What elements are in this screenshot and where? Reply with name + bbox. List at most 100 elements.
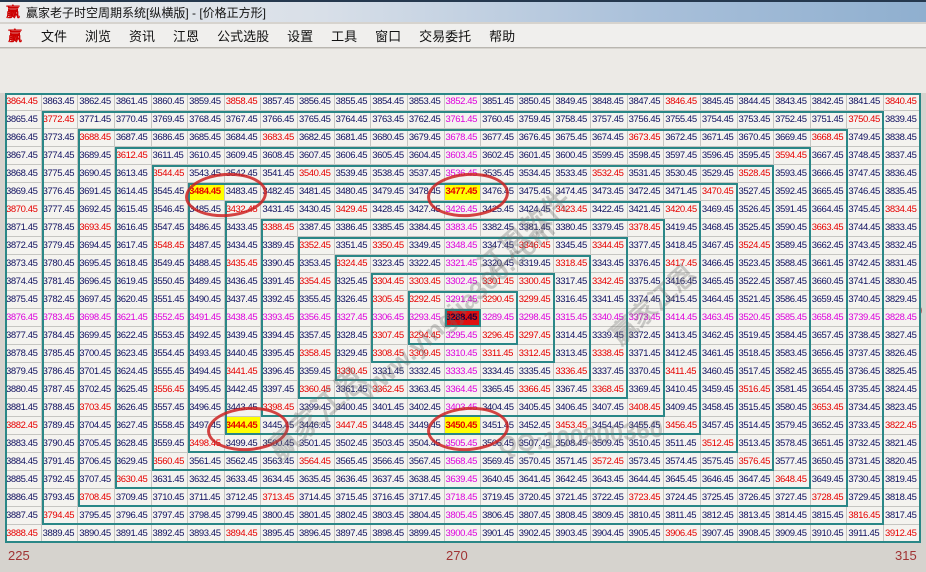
grid-cell: 3546.45 [152, 201, 189, 219]
grid-cell: 3313.45 [554, 345, 591, 363]
grid-cell: 3911.45 [847, 525, 884, 543]
grid-cell: 3869.45 [5, 183, 42, 201]
grid-cell: 3466.45 [701, 255, 738, 273]
grid-cell: 3747.45 [847, 165, 884, 183]
grid-cell: 3608.45 [261, 147, 298, 165]
grid-cell: 3351.45 [335, 237, 372, 255]
grid-cell: 3323.45 [371, 255, 408, 273]
grid-cell: 3373.45 [628, 309, 665, 327]
grid-cell: 3667.45 [811, 147, 848, 165]
grid-cell: 3343.45 [591, 255, 628, 273]
grid-cell: 3547.45 [152, 219, 189, 237]
grid-cell: 3876.45 [5, 309, 42, 327]
grid-cell: 3501.45 [298, 435, 335, 453]
grid-cell: 3482.45 [261, 183, 298, 201]
grid-cell: 3860.45 [152, 93, 189, 111]
grid-cell: 3507.45 [518, 435, 555, 453]
grid-cell: 3895.45 [261, 525, 298, 543]
grid-cell: 3567.45 [408, 453, 445, 471]
grid-cell: 3572.45 [591, 453, 628, 471]
grid-cell: 3898.45 [371, 525, 408, 543]
grid-cell: 3575.45 [701, 453, 738, 471]
grid-cell: 3423.45 [554, 201, 591, 219]
grid-cell: 3307.45 [371, 327, 408, 345]
grid-cell: 3615.45 [115, 201, 152, 219]
app-logo-icon: 赢 [6, 5, 20, 19]
menu-item-0[interactable]: 文件 [32, 23, 76, 48]
grid-cell: 3902.45 [518, 525, 555, 543]
grid-cell: 3862.45 [78, 93, 115, 111]
grid-cell: 3853.45 [408, 93, 445, 111]
grid-cell: 3357.45 [298, 327, 335, 345]
grid-cell: 3301.45 [481, 273, 518, 291]
grid-cell: 3727.45 [774, 489, 811, 507]
menu-item-4[interactable]: 公式选股 [208, 23, 278, 48]
grid-cell: 3404.45 [481, 399, 518, 417]
grid-cell: 3845.45 [701, 93, 738, 111]
grid-cell: 3298.45 [518, 309, 555, 327]
grid-cell: 3579.45 [774, 417, 811, 435]
grid-cell: 3590.45 [774, 219, 811, 237]
menu-item-8[interactable]: 交易委托 [410, 23, 480, 48]
grid-cell: 3798.45 [188, 507, 225, 525]
grid-cell: 3582.45 [774, 363, 811, 381]
grid-cell: 3540.45 [298, 165, 335, 183]
grid-cell: 3871.45 [5, 219, 42, 237]
grid-cell: 3328.45 [335, 327, 372, 345]
grid-cell: 3400.45 [335, 399, 372, 417]
menu-item-7[interactable]: 窗口 [366, 23, 410, 48]
grid-cell: 3504.45 [408, 435, 445, 453]
grid-cell: 3502.45 [335, 435, 372, 453]
grid-cell: 3444.45 [225, 417, 262, 435]
grid-cell: 3611.45 [152, 147, 189, 165]
grid-cell: 3693.45 [78, 219, 115, 237]
grid-cell: 3614.45 [115, 183, 152, 201]
grid-cell: 3446.45 [298, 417, 335, 435]
grid-cell: 3347.45 [481, 237, 518, 255]
grid-cell: 3755.45 [664, 111, 701, 129]
grid-cell: 3731.45 [847, 453, 884, 471]
grid-cell: 3461.45 [701, 345, 738, 363]
menu-item-1[interactable]: 浏览 [76, 23, 120, 48]
grid-cell: 3764.45 [335, 111, 372, 129]
menu-item-3[interactable]: 江恩 [164, 23, 208, 48]
grid-cell: 3690.45 [78, 165, 115, 183]
menu-item-6[interactable]: 工具 [322, 23, 366, 48]
menu-item-2[interactable]: 资讯 [120, 23, 164, 48]
grid-cell: 3833.45 [884, 219, 921, 237]
grid-cell: 3864.45 [5, 93, 42, 111]
grid-cell: 3432.45 [225, 201, 262, 219]
grid-cell: 3617.45 [115, 237, 152, 255]
grid-cell: 3538.45 [371, 165, 408, 183]
grid-cell: 3799.45 [225, 507, 262, 525]
grid-cell: 3640.45 [481, 471, 518, 489]
grid-cell: 3519.45 [738, 327, 775, 345]
grid-cell: 3478.45 [408, 183, 445, 201]
menu-item-9[interactable]: 帮助 [480, 23, 524, 48]
grid-cell: 3562.45 [225, 453, 262, 471]
grid-cell: 3713.45 [261, 489, 298, 507]
grid-cell: 3742.45 [847, 255, 884, 273]
grid-cell: 3380.45 [554, 219, 591, 237]
grid-cell: 3788.45 [42, 399, 79, 417]
grid-cell: 3717.45 [408, 489, 445, 507]
grid-cell: 3820.45 [884, 453, 921, 471]
grid-cell: 3681.45 [335, 129, 372, 147]
grid-cell: 3603.45 [445, 147, 482, 165]
grid-cell: 3900.45 [445, 525, 482, 543]
grid-cell: 3417.45 [664, 255, 701, 273]
grid-cell: 3564.45 [298, 453, 335, 471]
grid-cell: 3867.45 [5, 147, 42, 165]
grid-cell: 3288.45 [445, 309, 482, 327]
grid-cell: 3621.45 [115, 309, 152, 327]
grid-cell: 3543.45 [188, 165, 225, 183]
grid-cell: 3662.45 [811, 237, 848, 255]
grid-cell: 3551.45 [152, 291, 189, 309]
grid-cell: 3544.45 [152, 165, 189, 183]
grid-cell: 3491.45 [188, 309, 225, 327]
menu-item-5[interactable]: 设置 [278, 23, 322, 48]
grid-cell: 3701.45 [78, 363, 115, 381]
grid-cell: 3311.45 [481, 345, 518, 363]
grid-cell: 3644.45 [628, 471, 665, 489]
grid-cell: 3671.45 [701, 129, 738, 147]
